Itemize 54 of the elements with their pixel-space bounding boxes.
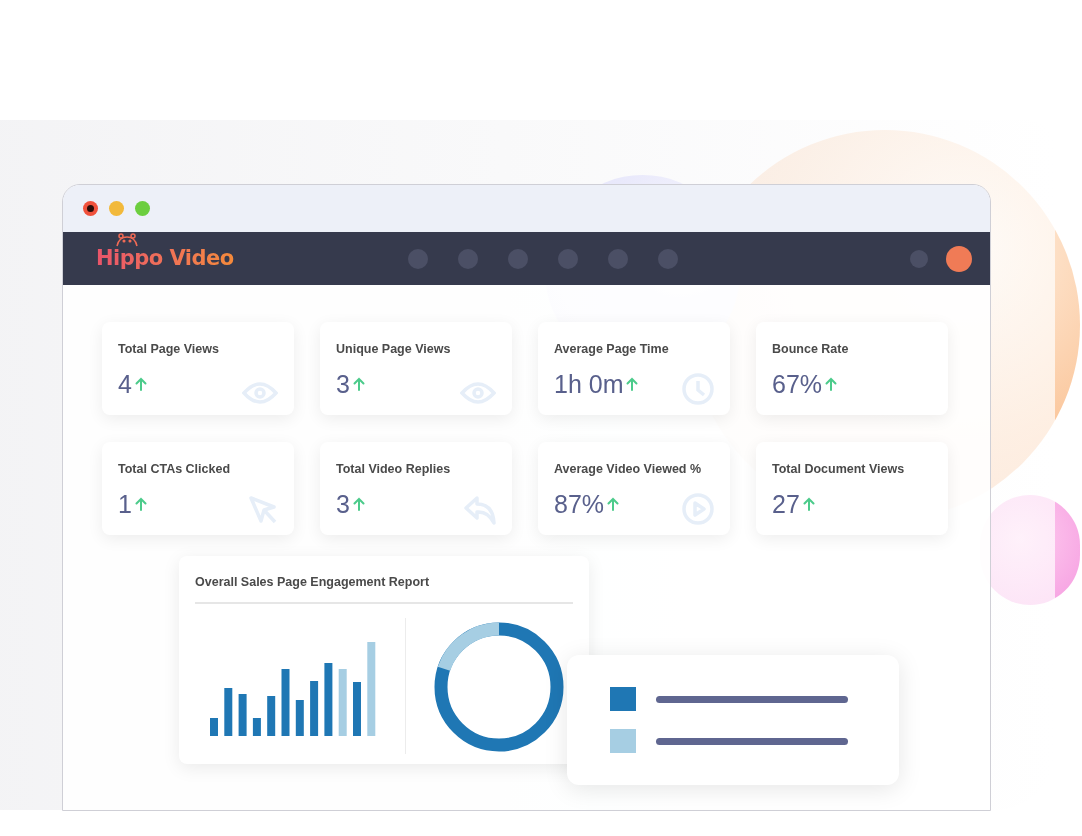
nav-icon[interactable] <box>910 249 928 268</box>
nav-icon[interactable] <box>457 248 478 269</box>
stat-label: Average Page Time <box>554 341 670 358</box>
zoom-button[interactable] <box>135 201 150 216</box>
stat-value: 1h 0m <box>554 368 624 399</box>
chart-bar <box>281 668 290 736</box>
stat-value: 1 <box>118 488 132 519</box>
nav-icon[interactable] <box>607 248 628 269</box>
nav-icon[interactable] <box>657 248 678 269</box>
stat-label: Total Document Views <box>772 461 906 478</box>
nav-icon[interactable] <box>407 248 428 269</box>
chart-bar <box>338 668 347 736</box>
clock-icon <box>682 373 714 405</box>
up-arrow-icon <box>134 496 147 511</box>
eye-icon <box>460 381 496 405</box>
chart-bar <box>210 717 218 736</box>
up-arrow-icon <box>352 376 365 391</box>
chart-bar <box>224 687 233 736</box>
stat-label: Bounce Rate <box>772 341 850 358</box>
stat-value: 4 <box>118 368 132 399</box>
chart-bar <box>310 680 319 736</box>
nav-icon[interactable] <box>557 248 578 269</box>
up-arrow-icon <box>134 376 147 391</box>
stat-value: 67% <box>772 368 823 399</box>
hippo-icon <box>115 232 139 247</box>
stat-value: 27 <box>772 488 800 519</box>
stat-label: Total CTAs Clicked <box>118 461 232 478</box>
stat-value: 87% <box>554 488 605 519</box>
chart-bar <box>238 693 247 736</box>
stat-label: Unique Page Views <box>336 341 452 358</box>
donut-segment <box>437 622 500 671</box>
cursor-icon <box>248 495 278 525</box>
reply-icon <box>464 495 496 525</box>
up-arrow-icon <box>802 496 815 511</box>
up-arrow-icon <box>626 376 639 391</box>
stat-label: Total Page Views <box>118 341 220 358</box>
nav-icon[interactable] <box>507 248 528 269</box>
chart-bar <box>252 717 261 736</box>
chart-bar <box>295 699 304 736</box>
up-arrow-icon <box>607 496 620 511</box>
eye-icon <box>242 381 278 405</box>
stat-label: Average Video Viewed % <box>554 461 703 478</box>
stat-value: 3 <box>336 368 350 399</box>
stat-label: Total Video Replies <box>336 461 452 478</box>
up-arrow-icon <box>825 376 838 391</box>
chart-bar <box>267 695 276 736</box>
play-icon <box>682 493 714 525</box>
close-button[interactable] <box>83 201 98 216</box>
report-title: Overall Sales Page Engagement Report <box>195 573 573 604</box>
up-arrow-icon <box>352 496 365 511</box>
stat-value: 3 <box>336 488 350 519</box>
avatar-icon[interactable] <box>946 245 972 272</box>
chart-bar <box>353 681 361 736</box>
minimize-button[interactable] <box>109 201 124 216</box>
